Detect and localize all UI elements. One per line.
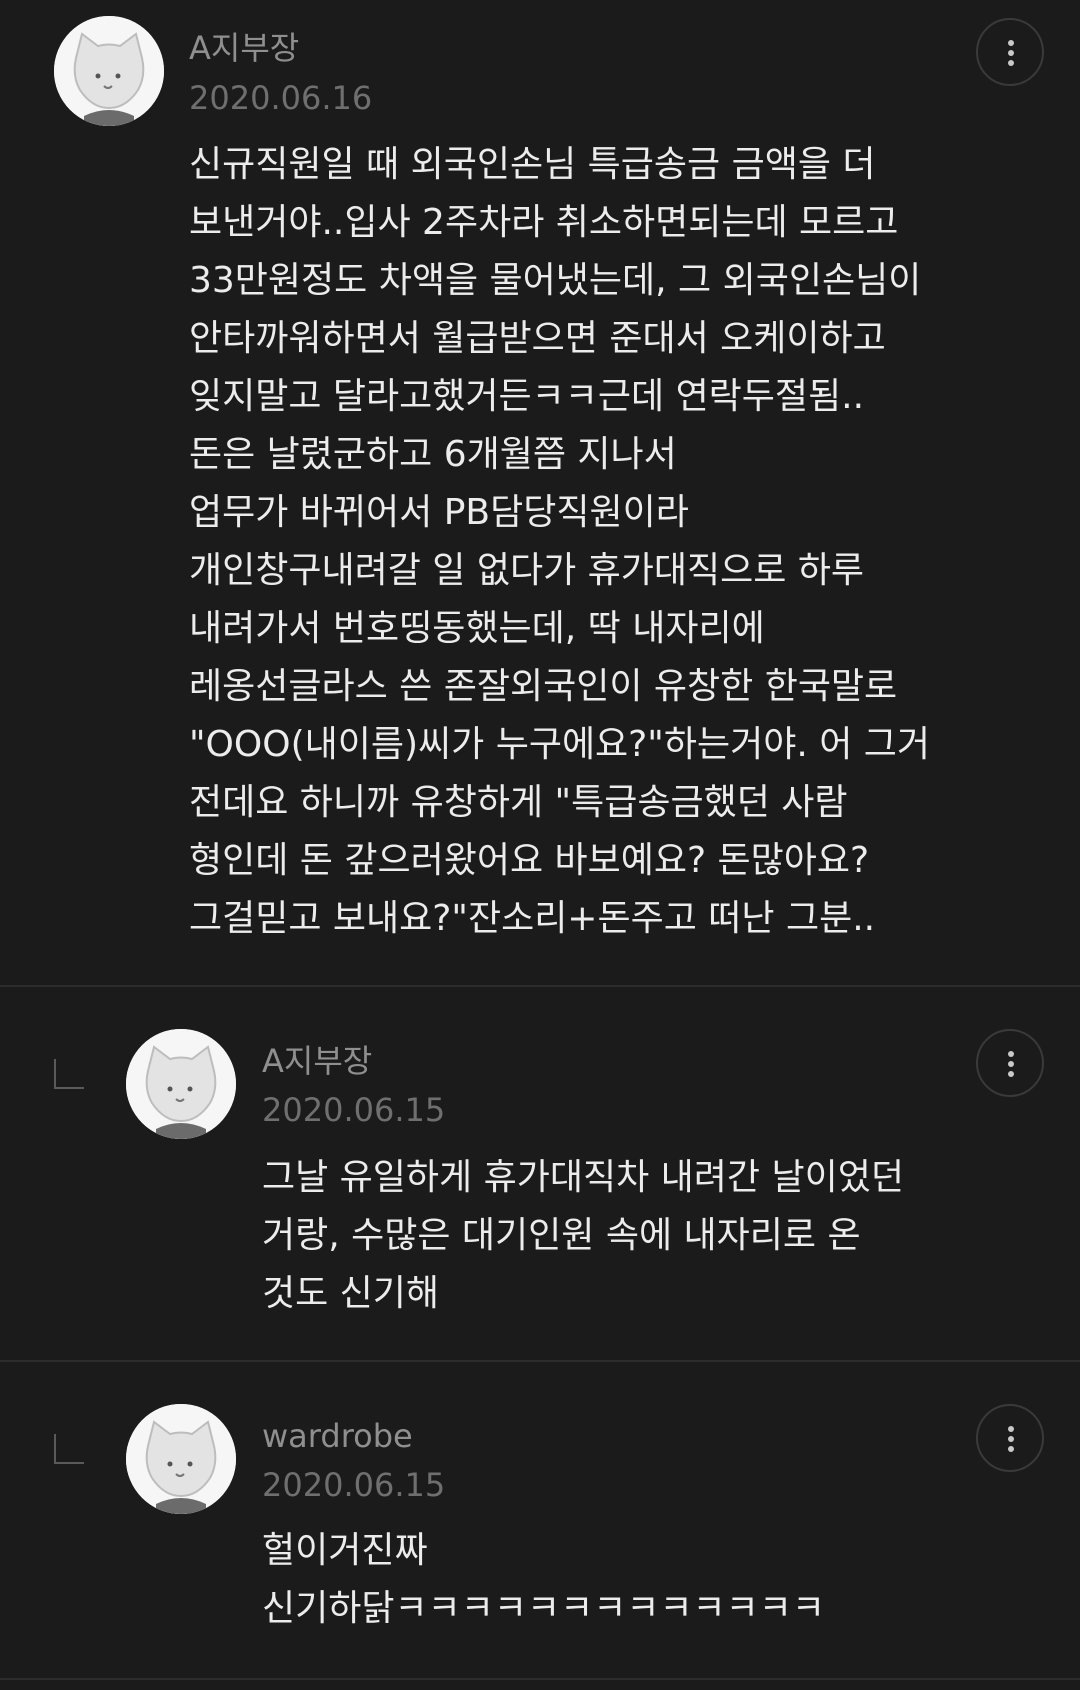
divider — [0, 1678, 1080, 1680]
comment-line: 보낸거야..입사 2주차라 취소하면되는데 모르고 — [189, 202, 899, 243]
reply-arrow-icon — [54, 1059, 84, 1089]
cat-avatar-icon — [126, 1029, 236, 1139]
comment-body: 신규직원일 때 외국인손님 특급송금 금액을 더 보낸거야..입사 2주차라 취… — [189, 136, 930, 948]
comment-line: 신기하닭ㅋㅋㅋㅋㅋㅋㅋㅋㅋㅋㅋㅋㅋ — [262, 1588, 826, 1629]
comment-line: 업무가 바뀌어서 PB담당직원이라 — [189, 492, 689, 533]
comment-author[interactable]: wardrobe — [262, 1416, 413, 1456]
comment-body: 헐이거진짜 신기하닭ㅋㅋㅋㅋㅋㅋㅋㅋㅋㅋㅋㅋㅋ — [262, 1522, 825, 1638]
avatar[interactable] — [126, 1404, 236, 1514]
cat-avatar-icon — [54, 16, 164, 126]
comment-line: 안타까워하면서 월급받으면 준대서 오케이하고 — [189, 318, 886, 359]
comment-line: 형인데 돈 갚으러왔어요 바보예요? 돈많아요? — [189, 840, 870, 881]
comment-line: "OOO(내이름)씨가 누구에요?"하는거야. 어 그거 — [189, 724, 931, 765]
comment-date: 2020.06.15 — [262, 1466, 446, 1504]
avatar[interactable] — [126, 1029, 236, 1139]
comment-author[interactable]: A지부장 — [262, 1041, 372, 1081]
comment-line: 그날 유일하게 휴가대직차 내려간 날이었던 — [262, 1157, 904, 1198]
comment: A지부장 2020.06.16 신규직원일 때 외국인손님 특급송금 금액을 더… — [0, 0, 1080, 985]
comment-line: 거랑, 수많은 대기인원 속에 내자리로 온 — [262, 1215, 861, 1256]
comment-line: 전데요 하니까 유창하게 "특급송금했던 사람 — [189, 782, 848, 823]
comment-line: 돈은 날렸군하고 6개월쯤 지나서 — [189, 434, 677, 475]
comment-line: 개인창구내려갈 일 없다가 휴가대직으로 하루 — [189, 550, 865, 591]
comment-line: 레옹선글라스 쓴 존잘외국인이 유창한 한국말로 — [189, 666, 898, 707]
avatar[interactable] — [54, 16, 164, 126]
comment-line: 신규직원일 때 외국인손님 특급송금 금액을 더 — [189, 144, 876, 185]
more-options-button[interactable] — [976, 1404, 1044, 1472]
comment-line: 33만원정도 차액을 물어냈는데, 그 외국인손님이 — [189, 260, 922, 301]
comment-line: 것도 신기해 — [262, 1273, 440, 1314]
more-options-button[interactable] — [976, 18, 1044, 86]
cat-avatar-icon — [126, 1404, 236, 1514]
comment-line: 잊지말고 달라고했거든ㅋㅋ근데 연락두절됨.. — [189, 376, 865, 417]
reply-comment: wardrobe 2020.06.15 헐이거진짜 신기하닭ㅋㅋㅋㅋㅋㅋㅋㅋㅋㅋ… — [0, 1362, 1080, 1678]
more-options-button[interactable] — [976, 1029, 1044, 1097]
comment-author[interactable]: A지부장 — [189, 28, 299, 68]
comment-date: 2020.06.16 — [189, 79, 373, 117]
reply-comment: A지부장 2020.06.15 그날 유일하게 휴가대직차 내려간 날이었던 거… — [0, 987, 1080, 1360]
comment-date: 2020.06.15 — [262, 1091, 446, 1129]
comment-body: 그날 유일하게 휴가대직차 내려간 날이었던 거랑, 수많은 대기인원 속에 내… — [262, 1149, 904, 1323]
comment-line: 그걸믿고 보내요?"잔소리+돈주고 떠난 그분.. — [189, 898, 876, 939]
reply-arrow-icon — [54, 1434, 84, 1464]
comment-line: 내려가서 번호띵동했는데, 딱 내자리에 — [189, 608, 765, 649]
comment-line: 헐이거진짜 — [262, 1530, 428, 1571]
